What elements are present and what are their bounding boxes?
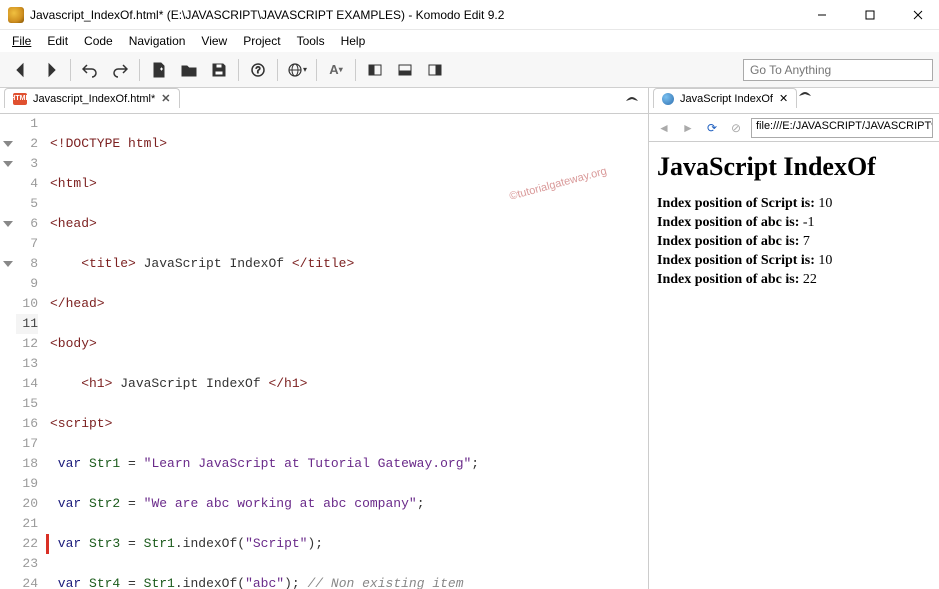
gutter: 123456789101112131415161718192021222324 (16, 114, 44, 589)
preview-row: Index position of abc is: -1 (657, 215, 931, 231)
close-button[interactable] (905, 5, 931, 25)
editor-tabstrip: HTML Javascript_IndexOf.html* ✕ (0, 88, 648, 114)
tab-menu-icon[interactable] (624, 93, 640, 108)
fold-column (0, 114, 16, 589)
preview-tab[interactable]: JavaScript IndexOf ✕ (653, 88, 797, 108)
panel-left-button[interactable] (362, 57, 388, 83)
globe-icon (662, 93, 674, 105)
preview-pane: JavaScript IndexOf ✕ ◄ ► ⟳ ⊘ file:///E:/… (649, 88, 939, 589)
redo-button[interactable] (107, 57, 133, 83)
browser-button[interactable]: ▾ (284, 57, 310, 83)
menu-help[interactable]: Help (335, 32, 372, 50)
code-area[interactable]: <!DOCTYPE html> <html> <head> <title> Ja… (44, 114, 648, 589)
close-icon[interactable]: ✕ (779, 92, 788, 105)
editor-pane: HTML Javascript_IndexOf.html* ✕ ©tutoria… (0, 88, 649, 589)
preview-row: Index position of abc is: 22 (657, 272, 931, 288)
editor-tab[interactable]: HTML Javascript_IndexOf.html* ✕ (4, 88, 180, 108)
panel-bottom-button[interactable] (392, 57, 418, 83)
preview-body: JavaScript IndexOf Index position of Scr… (649, 142, 939, 589)
undo-button[interactable] (77, 57, 103, 83)
goto-anything-input[interactable] (743, 59, 933, 81)
titlebar: Javascript_IndexOf.html* (E:\JAVASCRIPT\… (0, 0, 939, 30)
toolbar-separator (277, 59, 278, 81)
preview-row: Index position of Script is: 10 (657, 253, 931, 269)
svg-text:?: ? (255, 65, 260, 75)
toolbar: ? ▾ A ▾ (0, 52, 939, 88)
toolbar-separator (355, 59, 356, 81)
toolbar-separator (139, 59, 140, 81)
help-button[interactable]: ? (245, 57, 271, 83)
back-button[interactable] (8, 57, 34, 83)
menu-view[interactable]: View (195, 32, 233, 50)
html-icon: HTML (13, 93, 27, 105)
maximize-button[interactable] (857, 5, 883, 25)
app-icon (8, 7, 24, 23)
toolbar-separator (316, 59, 317, 81)
toolbar-separator (238, 59, 239, 81)
menu-tools[interactable]: Tools (291, 32, 331, 50)
nav-stop-button[interactable]: ⊘ (727, 119, 745, 137)
menu-code[interactable]: Code (78, 32, 119, 50)
nav-forward-button[interactable]: ► (679, 119, 697, 137)
menubar: File Edit Code Navigation View Project T… (0, 30, 939, 52)
forward-button[interactable] (38, 57, 64, 83)
preview-row: Index position of Script is: 10 (657, 196, 931, 212)
goto-anything[interactable] (743, 59, 933, 81)
editor-tab-label: Javascript_IndexOf.html* (33, 93, 155, 105)
panel-right-button[interactable] (422, 57, 448, 83)
editor-body[interactable]: ©tutorialgateway.org 1234567891011121314… (0, 114, 648, 589)
content: HTML Javascript_IndexOf.html* ✕ ©tutoria… (0, 88, 939, 589)
preview-tab-label: JavaScript IndexOf (680, 93, 773, 105)
nav-reload-button[interactable]: ⟳ (703, 119, 721, 137)
toolbar-separator (70, 59, 71, 81)
font-button[interactable]: A ▾ (323, 57, 349, 83)
nav-back-button[interactable]: ◄ (655, 119, 673, 137)
open-file-button[interactable] (176, 57, 202, 83)
preview-row: Index position of abc is: 7 (657, 234, 931, 250)
preview-tabstrip: JavaScript IndexOf ✕ (649, 88, 939, 114)
new-file-button[interactable] (146, 57, 172, 83)
tab-menu-icon[interactable] (797, 88, 813, 103)
minimize-button[interactable] (809, 5, 835, 25)
url-field[interactable]: file:///E:/JAVASCRIPT/JAVASCRIPT% (751, 118, 933, 138)
preview-nav: ◄ ► ⟳ ⊘ file:///E:/JAVASCRIPT/JAVASCRIPT… (649, 114, 939, 142)
close-icon[interactable]: ✕ (161, 92, 170, 105)
menu-edit[interactable]: Edit (41, 32, 74, 50)
window-controls (809, 5, 931, 25)
save-button[interactable] (206, 57, 232, 83)
menu-file[interactable]: File (6, 32, 37, 50)
menu-navigation[interactable]: Navigation (123, 32, 192, 50)
window-title: Javascript_IndexOf.html* (E:\JAVASCRIPT\… (30, 8, 809, 22)
preview-heading: JavaScript IndexOf (657, 152, 931, 182)
menu-project[interactable]: Project (237, 32, 286, 50)
